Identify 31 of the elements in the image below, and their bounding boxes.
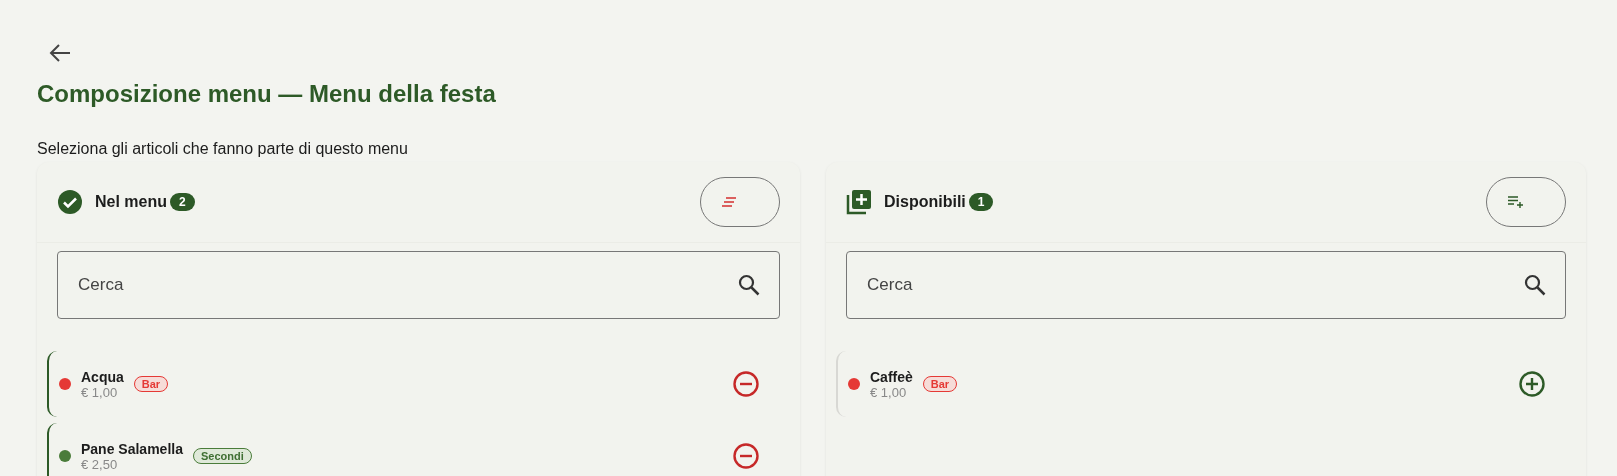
library-add-icon (846, 189, 872, 215)
item-price: € 1,00 (81, 384, 118, 400)
remove-button[interactable] (732, 442, 760, 470)
item-name: Acqua (81, 368, 124, 385)
count-badge: 2 (170, 193, 195, 211)
item-name: Caffeè (870, 368, 913, 385)
item-row[interactable]: Pane Salamella € 2,50 Secondi (47, 423, 790, 476)
page-title: Composizione menu — Menu della festa (37, 80, 497, 108)
item-row[interactable]: Caffeè € 1,00 Bar (836, 351, 1576, 417)
playlist-add-icon (1507, 196, 1525, 208)
remove-button[interactable] (732, 370, 760, 398)
clear-list-button[interactable] (700, 177, 780, 227)
search-icon (738, 274, 760, 296)
add-all-button[interactable] (1486, 177, 1566, 227)
check-circle-icon (57, 189, 83, 215)
search-field[interactable]: Cerca (57, 251, 780, 319)
item-name: Pane Salamella (81, 440, 183, 457)
category-tag: Bar (922, 376, 958, 392)
page-subtitle: Seleziona gli articoli che fanno parte di questo menu (37, 140, 408, 158)
search-field[interactable]: Cerca (846, 251, 1566, 319)
item-row[interactable]: Acqua € 1,00 Bar (47, 351, 790, 417)
category-tag: Bar (133, 376, 169, 392)
panel-title: Nel menu (95, 193, 167, 211)
add-button[interactable] (1518, 370, 1546, 398)
panel-title: Disponibili (884, 193, 966, 211)
item-price: € 1,00 (870, 384, 908, 400)
count-badge: 1 (968, 193, 994, 211)
item-price: € 2,50 (81, 456, 119, 472)
search-icon (1524, 274, 1546, 296)
clear-list-icon (721, 197, 737, 207)
category-tag: Secondi (192, 448, 252, 464)
